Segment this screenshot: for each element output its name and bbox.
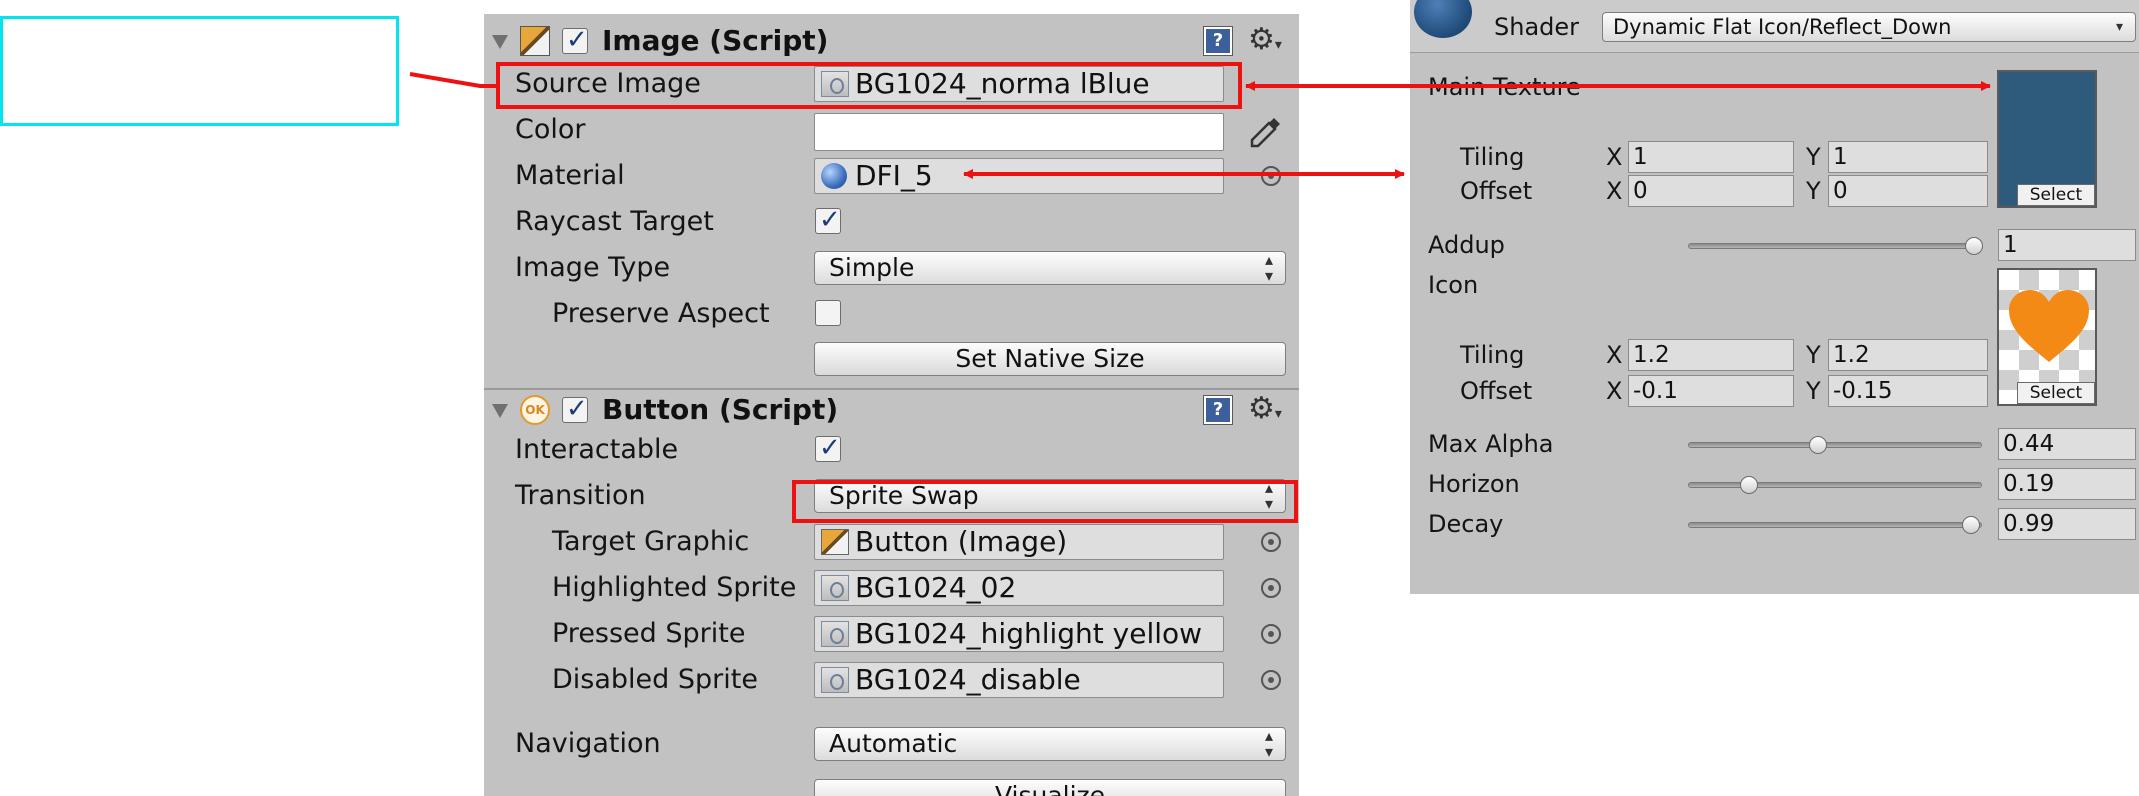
annotation-arrows [409,72,1991,179]
callout-line [409,72,496,88]
